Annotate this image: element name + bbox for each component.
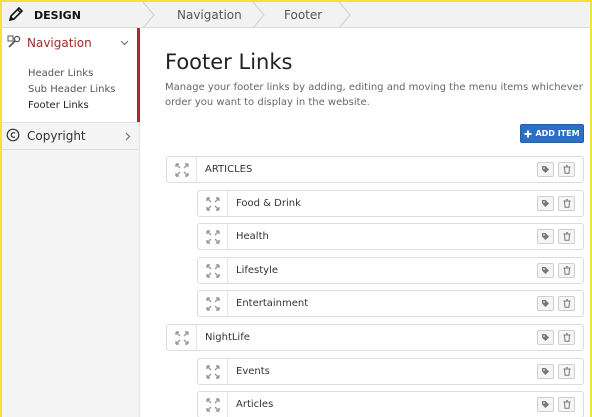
main-content: Footer Links Manage your footer links by…: [141, 28, 590, 417]
row-actions: [537, 330, 575, 345]
menu-item-row[interactable]: Entertainment: [197, 290, 584, 317]
menu-item-label: NightLife: [205, 332, 250, 343]
page-title: Footer Links: [165, 50, 293, 74]
wrench-icon: [7, 35, 21, 52]
drag-handle-icon[interactable]: [167, 157, 197, 182]
app-frame: DESIGN Navigation Footer Navigation Head…: [0, 0, 592, 417]
tag-icon[interactable]: [537, 263, 554, 278]
tag-icon[interactable]: [537, 162, 554, 177]
menu-item-label: Articles: [236, 399, 274, 410]
row-actions: [537, 196, 575, 211]
add-item-label: ADD ITEM: [535, 129, 580, 138]
sidebar-copyright-label: Copyright: [27, 129, 86, 143]
trash-icon[interactable]: [558, 397, 575, 412]
menu-item-label: Entertainment: [236, 298, 309, 309]
sidebar-item-header-links[interactable]: Header Links: [28, 66, 137, 82]
sidebar-item-sub-header-links[interactable]: Sub Header Links: [28, 82, 137, 98]
menu-item-label: Lifestyle: [236, 265, 279, 276]
brand-label: DESIGN: [34, 8, 81, 22]
menu-item-row[interactable]: ARTICLES: [166, 156, 584, 183]
breadcrumb-separator-icon: [338, 2, 351, 28]
sidebar-section-copyright[interactable]: Copyright: [2, 122, 139, 150]
tag-icon[interactable]: [537, 397, 554, 412]
sidebar: Navigation Header Links Sub Header Links…: [2, 28, 140, 417]
trash-icon[interactable]: [558, 263, 575, 278]
menu-item-label: Food & Drink: [236, 198, 301, 209]
breadcrumb-footer[interactable]: Footer: [284, 2, 322, 28]
page-description: Manage your footer links by adding, edit…: [165, 82, 583, 108]
sidebar-section-navigation[interactable]: Navigation: [2, 28, 140, 58]
menu-item-row[interactable]: Articles: [197, 391, 584, 417]
row-actions: [537, 296, 575, 311]
trash-icon[interactable]: [558, 364, 575, 379]
drag-handle-icon[interactable]: [198, 191, 228, 216]
breadcrumb-separator-icon: [142, 2, 155, 28]
trash-icon[interactable]: [558, 196, 575, 211]
drag-handle-icon[interactable]: [198, 258, 228, 283]
sidebar-subnav: Header Links Sub Header Links Footer Lin…: [2, 58, 140, 122]
menu-item-row[interactable]: Food & Drink: [197, 190, 584, 217]
plus-icon: [524, 130, 532, 137]
menu-item-label: Events: [236, 366, 270, 377]
trash-icon[interactable]: [558, 330, 575, 345]
trash-icon[interactable]: [558, 162, 575, 177]
tag-icon[interactable]: [537, 330, 554, 345]
row-actions: [537, 229, 575, 244]
row-actions: [537, 397, 575, 412]
menu-item-label: Health: [236, 231, 269, 242]
drag-handle-icon[interactable]: [167, 325, 197, 350]
chevron-down-icon: [120, 38, 129, 49]
copyright-icon: [6, 128, 20, 145]
drag-handle-icon[interactable]: [198, 392, 228, 417]
menu-item-row[interactable]: Events: [197, 358, 584, 385]
tag-icon[interactable]: [537, 364, 554, 379]
menu-item-row[interactable]: NightLife: [166, 324, 584, 351]
top-breadcrumb-bar: DESIGN Navigation Footer: [2, 2, 590, 28]
menu-item-label: ARTICLES: [205, 164, 253, 175]
sidebar-section-label: Navigation: [27, 36, 92, 50]
brand: DESIGN: [2, 2, 152, 28]
drag-handle-icon[interactable]: [198, 359, 228, 384]
drag-handle-icon[interactable]: [198, 224, 228, 249]
trash-icon[interactable]: [558, 296, 575, 311]
breadcrumb-navigation[interactable]: Navigation: [177, 2, 242, 28]
menu-item-row[interactable]: Lifestyle: [197, 257, 584, 284]
row-actions: [537, 364, 575, 379]
row-actions: [537, 162, 575, 177]
breadcrumb-separator-icon: [252, 2, 265, 28]
row-actions: [537, 263, 575, 278]
tag-icon[interactable]: [537, 196, 554, 211]
trash-icon[interactable]: [558, 229, 575, 244]
add-item-button[interactable]: ADD ITEM: [520, 124, 584, 143]
tag-icon[interactable]: [537, 296, 554, 311]
drag-handle-icon[interactable]: [198, 291, 228, 316]
pencil-icon: [8, 6, 34, 25]
menu-item-row[interactable]: Health: [197, 223, 584, 250]
sidebar-item-footer-links[interactable]: Footer Links: [28, 98, 137, 114]
chevron-right-icon: [125, 132, 131, 144]
tag-icon[interactable]: [537, 229, 554, 244]
